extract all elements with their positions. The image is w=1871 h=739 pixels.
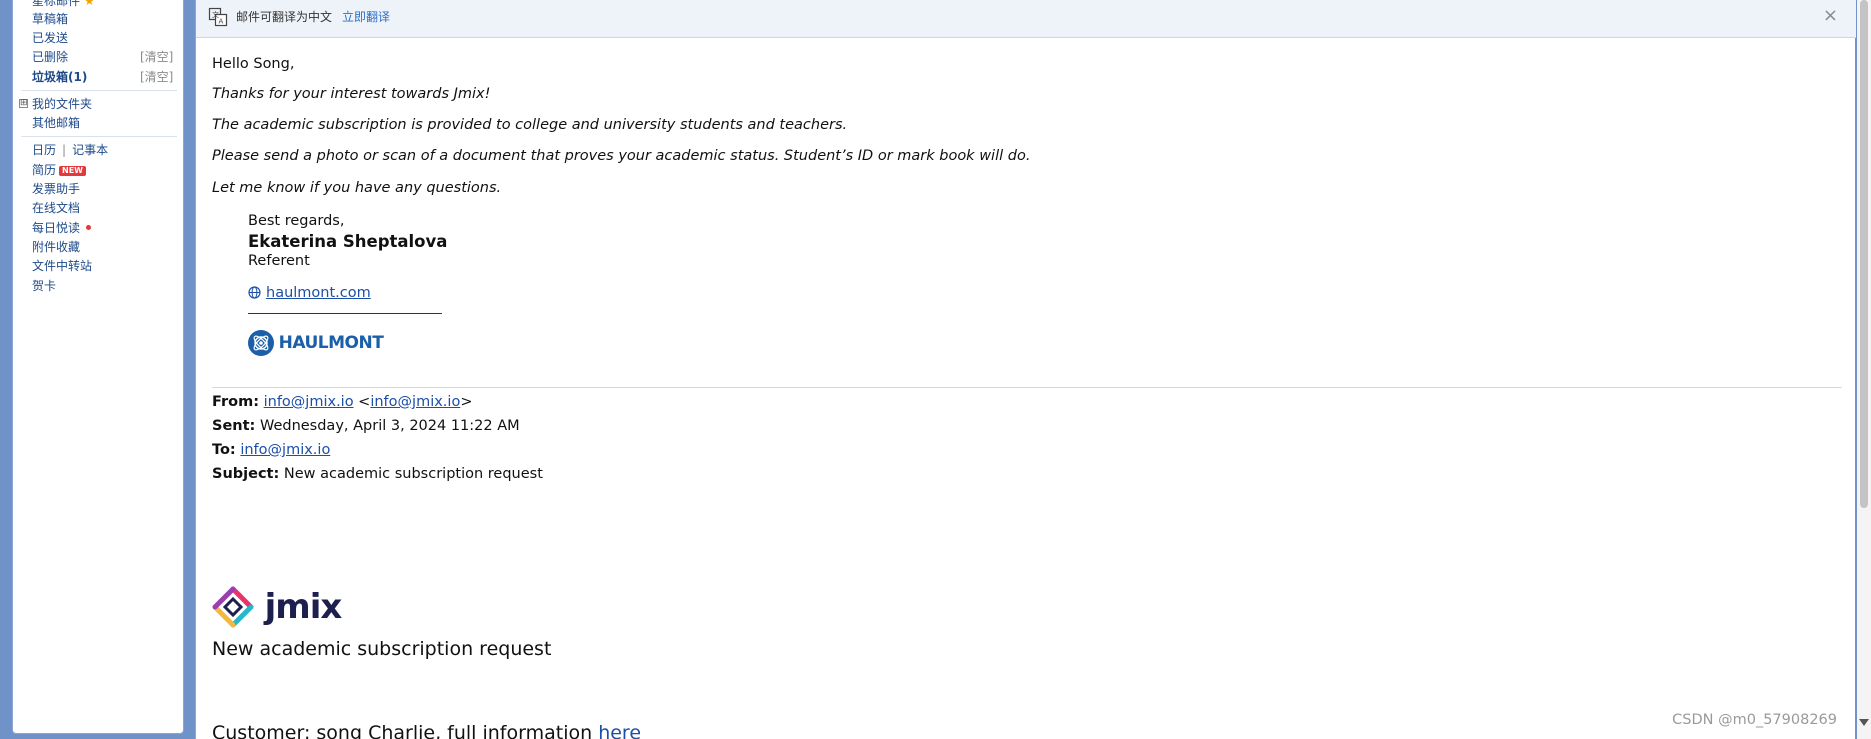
notebook-link[interactable]: 记事本 bbox=[72, 143, 108, 157]
signature-title: Referent bbox=[248, 253, 310, 269]
sidebar-item-label: 草稿箱 bbox=[32, 12, 69, 26]
translate-now-link[interactable]: 立即翻译 bbox=[342, 9, 390, 25]
clear-spam-button[interactable]: [清空] bbox=[140, 68, 173, 86]
sidebar-divider bbox=[21, 90, 177, 91]
sidebar-item-attachments[interactable]: 附件收藏 bbox=[32, 238, 80, 256]
sidebar-item-deleted[interactable]: 已删除 bbox=[32, 48, 68, 66]
sidebar-item-spam[interactable]: 垃圾箱(1) bbox=[32, 68, 87, 86]
sidebar-item-label: 我的文件夹 bbox=[32, 97, 93, 111]
jmix-heading: New academic subscription request bbox=[212, 638, 552, 660]
sidebar-item-invoice-helper[interactable]: 发票助手 bbox=[32, 180, 80, 198]
jmix-logo: jmix bbox=[212, 586, 343, 628]
customer-text: Customer: song Charlie, full information bbox=[212, 722, 599, 739]
star-icon: ★ bbox=[84, 0, 95, 8]
sent-label: Sent: bbox=[212, 418, 256, 434]
forwarded-from: From: info@jmix.io <info@jmix.io> bbox=[212, 394, 473, 410]
customer-line: Customer: song Charlie, full information… bbox=[212, 722, 641, 739]
from-email-link[interactable]: info@jmix.io bbox=[264, 394, 354, 410]
subject-value: New academic subscription request bbox=[283, 466, 543, 482]
jmix-logo-icon bbox=[212, 586, 254, 628]
sidebar-item-label: 垃圾箱(1) bbox=[32, 70, 88, 84]
from-email-link-2[interactable]: info@jmix.io bbox=[370, 394, 460, 410]
sidebar-item-label: 已删除 bbox=[32, 50, 69, 64]
to-email-link[interactable]: info@jmix.io bbox=[240, 442, 330, 458]
sidebar-item-online-docs[interactable]: 在线文档 bbox=[32, 199, 80, 217]
sidebar-item-resume[interactable]: 简历 NEW bbox=[32, 161, 86, 179]
sidebar-item-label: 已发送 bbox=[32, 31, 69, 45]
customer-info-link[interactable]: here bbox=[598, 722, 641, 739]
forwarded-divider bbox=[212, 387, 1842, 388]
separator: | bbox=[62, 143, 67, 157]
haulmont-logo-icon bbox=[248, 330, 274, 356]
clear-deleted-button[interactable]: [清空] bbox=[140, 48, 173, 66]
mail-sidebar: 星标邮件 ★ 草稿箱 已发送 已删除 [清空] 垃圾箱(1) [清空] ⊞ 我的文… bbox=[12, 0, 184, 734]
scrollbar-thumb[interactable] bbox=[1860, 0, 1868, 508]
new-badge: NEW bbox=[59, 166, 86, 176]
sidebar-item-label: 发票助手 bbox=[32, 182, 81, 196]
sidebar-item-daily-reading[interactable]: 每日悦读 bbox=[32, 219, 92, 237]
unread-dot-icon bbox=[86, 225, 92, 230]
sidebar-item-label: 星标邮件 bbox=[32, 0, 81, 8]
sidebar-item-label: 文件中转站 bbox=[32, 259, 93, 273]
vertical-scrollbar[interactable] bbox=[1857, 0, 1871, 739]
expand-icon[interactable]: ⊞ bbox=[19, 99, 28, 108]
sidebar-item-other-mailboxes[interactable]: 其他邮箱 bbox=[32, 114, 80, 132]
sidebar-divider bbox=[21, 136, 177, 137]
sidebar-item-label: 贺卡 bbox=[32, 279, 57, 293]
signature-name: Ekaterina Sheptalova bbox=[248, 232, 448, 251]
signature-website-row: haulmont.com bbox=[248, 285, 447, 305]
email-reading-pane: 文 A 邮件可翻译为中文 立即翻译 × Hello Song, Thanks f… bbox=[195, 0, 1856, 739]
to-label: To: bbox=[212, 442, 236, 458]
sidebar-item-label: 每日悦读 bbox=[32, 221, 81, 235]
sidebar-item-my-folders[interactable]: ⊞ 我的文件夹 bbox=[19, 95, 93, 113]
forwarded-to: To: info@jmix.io bbox=[212, 442, 330, 458]
translate-icon: 文 A bbox=[208, 7, 228, 27]
watermark: CSDN @m0_57908269 bbox=[1672, 712, 1837, 728]
translate-bar: 文 A 邮件可翻译为中文 立即翻译 × bbox=[196, 0, 1856, 38]
email-paragraph: Thanks for your interest towards Jmix! bbox=[212, 86, 491, 102]
sidebar-item-file-transfer[interactable]: 文件中转站 bbox=[32, 257, 92, 275]
haulmont-logo: HAULMONT bbox=[248, 330, 384, 358]
sent-value: Wednesday, April 3, 2024 11:22 AM bbox=[259, 418, 520, 434]
jmix-logo-text: jmix bbox=[264, 587, 343, 627]
close-icon[interactable]: × bbox=[1823, 6, 1838, 26]
sidebar-item-label: 其他邮箱 bbox=[32, 116, 81, 130]
globe-icon bbox=[248, 286, 261, 299]
svg-text:A: A bbox=[219, 18, 224, 26]
email-paragraph: The academic subscription is provided to… bbox=[212, 117, 848, 133]
signature-divider bbox=[248, 313, 442, 314]
translate-prompt: 邮件可翻译为中文 bbox=[236, 10, 333, 24]
calendar-link[interactable]: 日历 bbox=[32, 143, 56, 157]
forwarded-sent: Sent: Wednesday, April 3, 2024 11:22 AM bbox=[212, 418, 520, 434]
signature-closing: Best regards, bbox=[248, 213, 345, 229]
scroll-down-arrow-icon[interactable] bbox=[1859, 719, 1869, 726]
sidebar-item-starred[interactable]: 星标邮件 ★ bbox=[32, 0, 95, 10]
haulmont-logo-text: HAULMONT bbox=[278, 333, 384, 353]
sidebar-item-sent[interactable]: 已发送 bbox=[32, 29, 68, 47]
subject-label: Subject: bbox=[212, 466, 280, 482]
email-greeting: Hello Song, bbox=[212, 56, 295, 72]
from-label: From: bbox=[212, 394, 259, 410]
forwarded-subject: Subject: New academic subscription reque… bbox=[212, 466, 543, 482]
website-link[interactable]: haulmont.com bbox=[266, 285, 371, 301]
sidebar-item-label: 附件收藏 bbox=[32, 240, 81, 254]
email-paragraph: Please send a photo or scan of a documen… bbox=[212, 148, 1031, 164]
sidebar-item-label: 在线文档 bbox=[32, 201, 81, 215]
email-paragraph: Let me know if you have any questions. bbox=[212, 180, 502, 196]
email-signature: Best regards, Ekaterina Sheptalova Refer… bbox=[248, 213, 447, 305]
sidebar-item-label: 简历 bbox=[32, 163, 57, 177]
sidebar-item-greeting-cards[interactable]: 贺卡 bbox=[32, 277, 56, 295]
sidebar-item-calendar-notebook: 日历 | 记事本 bbox=[32, 141, 108, 159]
sidebar-item-drafts[interactable]: 草稿箱 bbox=[32, 10, 68, 28]
